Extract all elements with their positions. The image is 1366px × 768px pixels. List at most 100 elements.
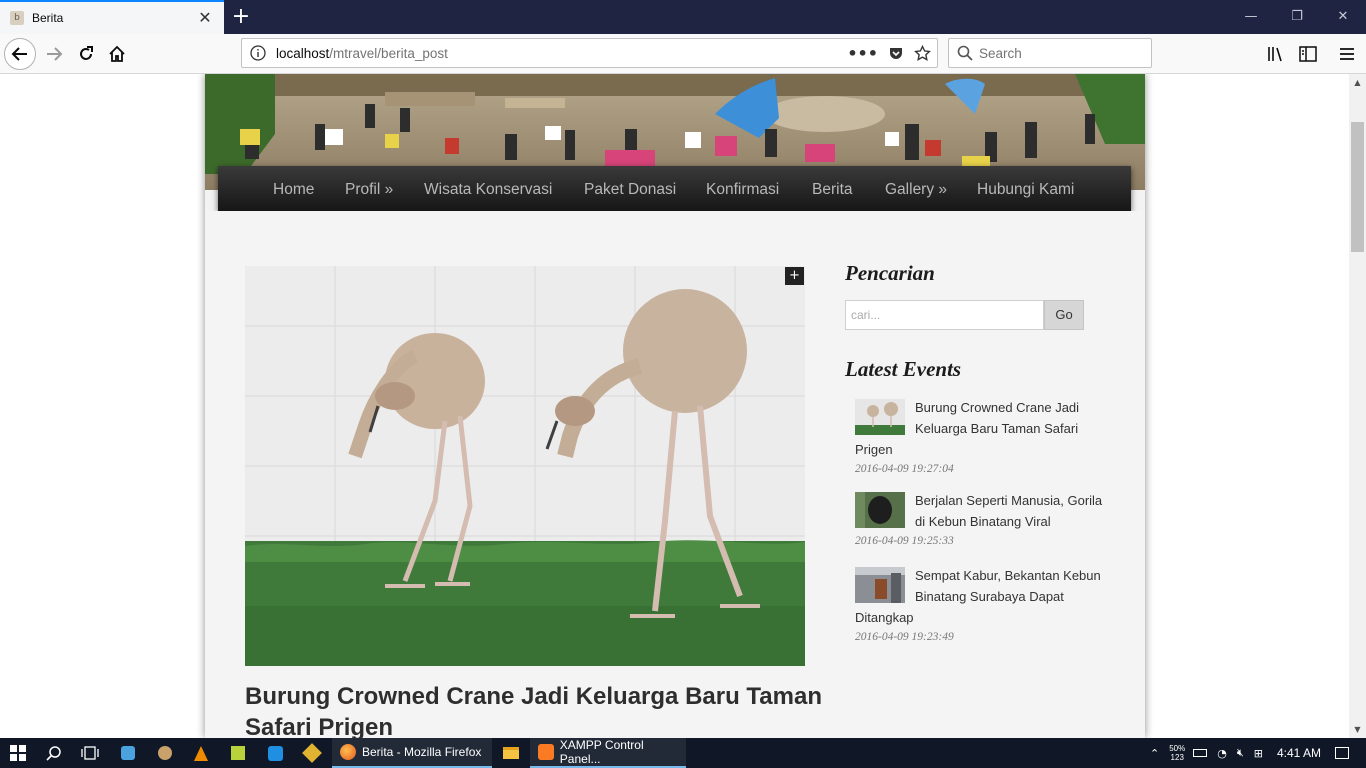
event-date: 2016-04-09 19:23:49: [855, 631, 954, 643]
library-icon: [1268, 47, 1282, 62]
event-item[interactable]: Burung Crowned Crane Jadi Keluarga Baru …: [845, 397, 1105, 475]
event-thumbnail[interactable]: [855, 492, 905, 528]
menu-button[interactable]: [1332, 38, 1362, 70]
back-button[interactable]: [4, 38, 36, 70]
site-container: Home Profil » Wisata Konservasi Paket Do…: [205, 74, 1145, 738]
taskbar-pinned-app-icon[interactable]: [147, 738, 183, 768]
pocket-icon[interactable]: [888, 45, 904, 61]
restore-button[interactable]: ❐: [1274, 0, 1320, 34]
url-path: /mtravel/berita_post: [329, 45, 448, 61]
menu-item-konfirmasi[interactable]: Konfirmasi: [706, 166, 779, 211]
ime-icon[interactable]: ⊞: [1254, 747, 1263, 760]
taskbar-search-icon: [46, 746, 61, 761]
scroll-down-arrow-icon[interactable]: ▼: [1349, 721, 1366, 738]
show-hidden-icons-icon[interactable]: ⌃: [1150, 747, 1159, 760]
reload-icon: [80, 46, 93, 60]
firefox-icon: [340, 744, 356, 760]
taskbar-app-xampp[interactable]: XAMPP Control Panel...: [530, 738, 686, 768]
sidebar-icon: [1299, 46, 1317, 62]
library-button[interactable]: [1261, 38, 1291, 70]
start-button[interactable]: [0, 738, 36, 768]
vlc-icon[interactable]: [183, 738, 219, 768]
url-host: localhost: [276, 45, 330, 61]
latest-events-title: Latest Events: [845, 357, 962, 381]
menu-item-gallery[interactable]: Gallery »: [885, 166, 947, 211]
sidebar-search-input[interactable]: cari...: [845, 300, 1044, 330]
event-item[interactable]: Sempat Kabur, Bekantan Kebun Binatang Su…: [845, 565, 1105, 643]
battery-percent: 50%: [1169, 744, 1186, 753]
task-view-button[interactable]: [72, 738, 108, 768]
system-tray: ⌃ 50% 123 ◔ 🔇︎ ⊞ 4:41 AM: [1150, 738, 1350, 768]
tab-berita[interactable]: b Berita ✕: [0, 0, 224, 34]
taskbar-app-label: Berita - Mozilla Firefox: [362, 745, 482, 759]
reload-button[interactable]: [70, 38, 102, 70]
navigation-toolbar: localhost/mtravel/berita_post ••• Search: [0, 34, 1366, 74]
taskbar: Berita - Mozilla Firefox XAMPP Control P…: [0, 738, 1366, 768]
event-thumbnail[interactable]: [855, 399, 905, 435]
page-viewport: Home Profil » Wisata Konservasi Paket Do…: [0, 74, 1349, 738]
expand-image-button[interactable]: +: [785, 267, 804, 285]
back-arrow-icon: [11, 47, 27, 61]
taskbar-pinned-app-icon[interactable]: [110, 738, 146, 768]
tab-favicon-icon: b: [10, 11, 24, 25]
page-actions-icon[interactable]: •••: [847, 44, 878, 63]
search-bar[interactable]: Search: [948, 38, 1152, 68]
taskbar-app-firefox[interactable]: Berita - Mozilla Firefox: [332, 738, 492, 768]
new-tab-button[interactable]: +: [228, 4, 254, 30]
scrollbar-thumb[interactable]: [1351, 122, 1364, 252]
taskbar-app-label: XAMPP Control Panel...: [559, 738, 644, 766]
file-explorer-icon[interactable]: [493, 738, 529, 768]
close-window-button[interactable]: ✕: [1320, 0, 1366, 34]
scroll-up-arrow-icon[interactable]: ▲: [1349, 74, 1366, 91]
minimize-button[interactable]: —: [1228, 0, 1274, 34]
battery-icon[interactable]: [1193, 749, 1208, 757]
battery-sub: 123: [1170, 753, 1184, 762]
forward-arrow-icon: [47, 47, 63, 61]
taskbar-pinned-app-icon[interactable]: [257, 738, 293, 768]
home-icon: [109, 45, 125, 62]
menu-item-profil[interactable]: Profil »: [345, 166, 393, 211]
menu-item-hubungi-kami[interactable]: Hubungi Kami: [977, 166, 1074, 211]
forward-button[interactable]: [38, 38, 70, 70]
post-title[interactable]: Burung Crowned Crane Jadi Keluarga Baru …: [245, 681, 825, 738]
event-date: 2016-04-09 19:27:04: [855, 463, 954, 475]
task-view-icon: [81, 746, 99, 760]
sidebar-button[interactable]: [1293, 38, 1323, 70]
post-featured-image: [245, 266, 805, 666]
content-area: + Burung Crowned Crane Jadi Keluarga Bar…: [205, 211, 1145, 738]
menu-item-home[interactable]: Home: [273, 166, 314, 211]
volume-muted-icon[interactable]: 🔇︎: [1237, 746, 1244, 760]
page-scrollbar[interactable]: ▲ ▼: [1349, 74, 1366, 738]
url-bar[interactable]: localhost/mtravel/berita_post •••: [241, 38, 938, 68]
hamburger-menu-icon: [1340, 48, 1354, 60]
tab-close-icon[interactable]: ✕: [196, 9, 214, 27]
sidebar: Pencarian cari... Go Latest Events Burun…: [845, 261, 1105, 643]
wifi-icon[interactable]: ◔: [1217, 747, 1227, 760]
taskbar-search-button[interactable]: [36, 738, 72, 768]
search-placeholder: Search: [979, 45, 1022, 61]
battery-indicator[interactable]: 50% 123: [1169, 744, 1185, 762]
search-go-button[interactable]: Go: [1044, 300, 1084, 330]
taskbar-pinned-app-icon[interactable]: [294, 738, 330, 768]
action-center-icon[interactable]: [1335, 747, 1350, 759]
page-info-icon: [250, 45, 266, 61]
windows-logo-icon: [10, 745, 26, 761]
event-date: 2016-04-09 19:25:33: [855, 535, 954, 547]
tab-strip: b Berita ✕ + — ❐ ✕: [0, 0, 1366, 34]
sidebar-search-form: cari... Go: [845, 300, 1105, 330]
menu-item-wisata-konservasi[interactable]: Wisata Konservasi: [424, 166, 552, 211]
clock-time[interactable]: 4:41 AM: [1277, 746, 1321, 760]
bookmark-star-icon[interactable]: [914, 44, 931, 62]
xampp-icon: [538, 744, 554, 760]
event-thumbnail[interactable]: [855, 567, 905, 603]
menu-item-paket-donasi[interactable]: Paket Donasi: [584, 166, 676, 211]
tab-title: Berita: [32, 11, 64, 25]
menu-item-berita[interactable]: Berita: [812, 166, 853, 211]
search-widget-title: Pencarian: [845, 261, 935, 285]
event-item[interactable]: Berjalan Seperti Manusia, Gorila di Kebu…: [845, 490, 1105, 550]
url-text: localhost/mtravel/berita_post: [276, 46, 448, 61]
main-navigation-menu: Home Profil » Wisata Konservasi Paket Do…: [218, 166, 1131, 211]
search-icon: [957, 45, 973, 61]
taskbar-pinned-app-icon[interactable]: [220, 738, 256, 768]
home-button[interactable]: [101, 38, 133, 70]
